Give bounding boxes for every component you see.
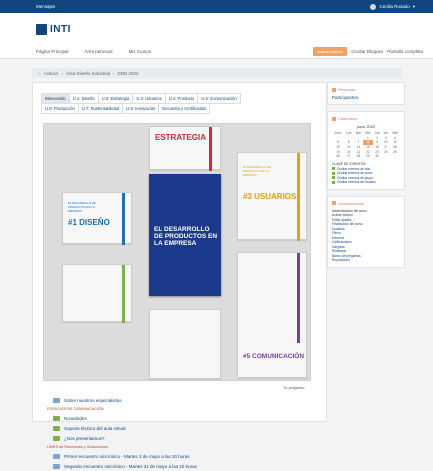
forum-icon: [53, 415, 60, 421]
block-personas: Personas Participantes: [327, 82, 405, 105]
forum-icon: [53, 435, 60, 441]
calendar-day[interactable]: 30: [373, 154, 382, 159]
calendar-icon: [332, 116, 336, 121]
block-calendar: Calendario junio 2022 Dom Lun Mar Mié Jue Vie…: [327, 111, 405, 190]
calendar-day: [390, 154, 400, 159]
calendar-month[interactable]: junio 2022: [332, 124, 400, 129]
calendar-day[interactable]: 28: [354, 154, 364, 159]
nav-dashboard[interactable]: Área personal: [85, 49, 113, 54]
page-icon: [53, 397, 60, 403]
blocks-toggle[interactable]: Ocultar Bloques: [351, 49, 383, 54]
user-name: Cecilia Rosado: [379, 4, 410, 9]
participants-link[interactable]: Participantes: [332, 95, 400, 100]
list-item[interactable]: Segundo encuentro sincrónico - Martes 31…: [53, 461, 323, 471]
section-label: ESPACIOS DE COMUNICACIÓN: [47, 407, 104, 411]
people-icon: [332, 87, 336, 92]
banner-card-estrategia: ESTRATEGIA: [149, 126, 221, 171]
banner-card-diseno: EL DESARROLLO DE PRODUCTOS EN LA EMPRESA…: [62, 192, 132, 245]
right-sidebar: Personas Participantes Calendario junio …: [327, 82, 405, 274]
banner-card-comunicacion: #5 COMUNICACIÓN: [237, 252, 307, 378]
course-content: Bienvenido U.1: Diseño U.2: Estrategia U…: [32, 82, 327, 469]
nav-bar: Página Principal Área personal Mis Curso…: [0, 45, 433, 59]
block-title: Calendario: [338, 116, 358, 121]
banner-card-subtitle: EL DESARROLLO DE PRODUCTOS EN LA EMPRESA: [243, 165, 271, 177]
breadcrumb-item[interactable]: Área Diseño Industrial: [66, 71, 110, 76]
banner-card-usuarios: EL DESARROLLO DE PRODUCTOS EN LA EMPRESA…: [237, 152, 307, 241]
nav-home[interactable]: Página Principal: [36, 49, 69, 54]
banner-card-subtitle: EL DESARROLLO DE PRODUCTOS EN LA EMPRESA: [68, 201, 96, 213]
messages-link[interactable]: Mensajes: [36, 4, 55, 9]
block-title: Personas: [338, 87, 355, 92]
list-item[interactable]: Sobre nuestros especialistas: [53, 395, 323, 405]
nav-my-courses[interactable]: Mis Cursos: [129, 49, 152, 54]
site-logo[interactable]: INTI: [50, 24, 71, 35]
events-legend: Ocultar eventos de sitio Ocultar eventos…: [332, 167, 400, 185]
url-icon: [53, 463, 60, 469]
list-item[interactable]: Primer encuentro sincrónico - Martes 3 d…: [53, 451, 323, 461]
user-menu[interactable]: Cecilia Rosado ▾: [370, 3, 415, 10]
banner-card-title: #3 USUARIOS: [243, 192, 297, 201]
banner-card-title: #5 COMUNICACIÓN: [243, 353, 305, 360]
logo-icon: [36, 23, 47, 35]
activity-list: Sobre nuestros especialistas ESPACIOS DE…: [47, 395, 323, 471]
avatar: [370, 3, 377, 10]
block-title: Administración: [338, 200, 365, 206]
home-icon[interactable]: ⌂: [38, 71, 41, 76]
section-label: LINKS de Reuniones y Grabaciones: [47, 445, 108, 449]
calendar-day[interactable]: 26: [332, 154, 344, 159]
admin-item[interactable]: Repositorios: [332, 258, 400, 263]
url-icon: [53, 453, 60, 459]
tab-encuesta[interactable]: Encuesta y Certificados: [158, 103, 211, 114]
breadcrumb-item[interactable]: DDD 2022: [118, 71, 139, 76]
banner-main-card: EL DESARROLLO DE PRODUCTOS EN LA EMPRESA: [149, 174, 221, 296]
fullscreen-button[interactable]: Pantalla completa: [387, 49, 423, 54]
calendar-day[interactable]: 29: [363, 154, 372, 159]
top-bar: Mensajes Cecilia Rosado ▾: [0, 0, 433, 13]
list-item[interactable]: Soporte técnico del aula virtual: [53, 423, 323, 433]
calendar-day: [382, 154, 390, 159]
logo-row: INTI: [0, 13, 433, 45]
banner-card-blank: [62, 264, 132, 323]
banner-card-title: #1 DISEÑO: [68, 218, 110, 227]
edit-mode-button[interactable]: Activar edición: [313, 47, 348, 56]
admin-icon: [332, 201, 336, 206]
breadcrumb-item[interactable]: Activos: [44, 71, 59, 76]
tab-u6[interactable]: U.6: Producción: [41, 103, 79, 114]
banner-card-blank: [149, 309, 221, 379]
list-item[interactable]: ¿Nos presentamos?: [53, 433, 323, 443]
calendar-grid: Dom Lun Mar Mié Jue Vie Sáb 1 2 3 4 5 6 7 8 9 10 11 12 13 14…: [332, 131, 400, 159]
messages-label: Mensajes: [36, 4, 56, 9]
legend-item[interactable]: Ocultar eventos del usuario: [332, 180, 400, 185]
chevron-down-icon: ▾: [412, 3, 415, 9]
tab-u7[interactable]: U.7: Sustentabilidad: [77, 103, 124, 114]
events-key-title: CLAVE DE EVENTOS: [332, 161, 366, 166]
banner-card-title: ESTRATEGIA: [155, 133, 206, 142]
block-admin: Administración Administración del curso …: [327, 195, 405, 268]
progress-label: Tu progreso: [283, 385, 305, 390]
tab-u8[interactable]: U.8: Innovación: [122, 103, 160, 114]
forum-icon: [53, 425, 60, 431]
unit-tabs: Bienvenido U.1: Diseño U.2: Estrategia U…: [41, 93, 321, 114]
course-banner-image: EL DESARROLLO DE PRODUCTOS EN LA EMPRESA…: [43, 123, 311, 381]
breadcrumb: ⌂ Activos › Área Diseño Industrial › DDD 2…: [32, 68, 402, 78]
calendar-day[interactable]: 27: [344, 154, 354, 159]
banner-main-title: EL DESARROLLO DE PRODUCTOS EN LA EMPRESA: [154, 226, 218, 247]
